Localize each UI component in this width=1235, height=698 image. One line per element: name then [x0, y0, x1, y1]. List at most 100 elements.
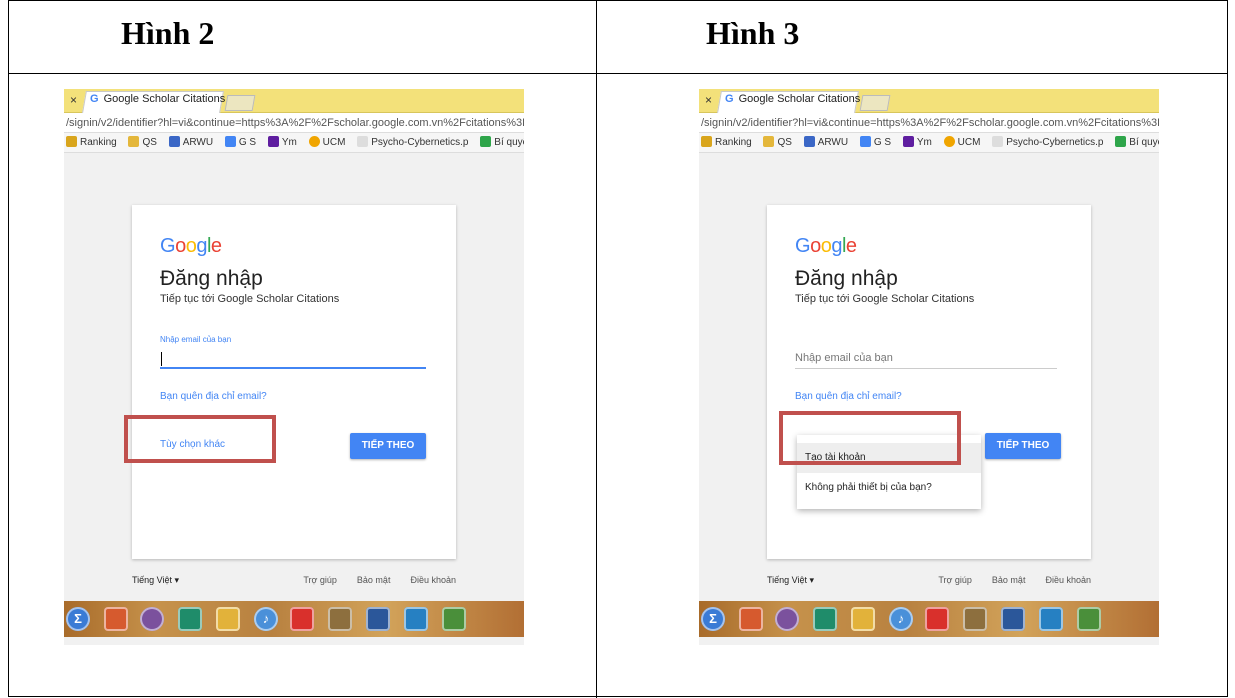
arwu-icon: [168, 136, 180, 147]
column-divider: [596, 1, 597, 698]
screenshot-hinh-2: × GGoogle Scholar Citations× /signin/v2/…: [64, 89, 524, 645]
word-icon[interactable]: [1001, 607, 1025, 631]
acrobat-icon[interactable]: [290, 607, 314, 631]
terms-link[interactable]: Điều khoản: [410, 575, 456, 585]
sigma-app-icon[interactable]: Σ: [66, 607, 90, 631]
google-logo: Google: [160, 235, 222, 257]
media-player-icon[interactable]: [1039, 607, 1063, 631]
google-favicon-icon: G: [725, 93, 734, 105]
bookmark-qs[interactable]: QS: [763, 133, 792, 152]
signin-footer: Tiếng Việt ▾ Trợ giúp Bảo mật Điều khoản: [767, 575, 1091, 589]
chrome-icon[interactable]: [1077, 607, 1101, 631]
bookmark-bi-quyet[interactable]: Bí quyết: [1115, 133, 1159, 152]
calculator-icon[interactable]: [851, 607, 875, 631]
bookmark-ym[interactable]: Ym: [267, 133, 297, 152]
bookmark-ucm[interactable]: UCM: [943, 133, 980, 152]
browser-tab-label[interactable]: GGoogle Scholar Citations×: [725, 93, 873, 105]
browser-tab-bar: × GGoogle Scholar Citations×: [64, 89, 524, 113]
address-bar[interactable]: /signin/v2/identifier?hl=vi&continue=htt…: [699, 113, 1159, 133]
bookmark-ym[interactable]: Ym: [902, 133, 932, 152]
bookmark-gs[interactable]: G S: [859, 133, 891, 152]
bookmark-gs[interactable]: G S: [224, 133, 256, 152]
new-tab-button[interactable]: [859, 95, 891, 111]
bookmark-ranking[interactable]: Ranking: [66, 133, 117, 152]
footer-links: Trợ giúp Bảo mật Điều khoản: [283, 575, 456, 585]
bookmark-arwu[interactable]: ARWU: [803, 133, 848, 152]
menu-item-not-your-device[interactable]: Không phải thiết bị của bạn?: [797, 473, 981, 503]
signin-title: Đăng nhập: [795, 267, 898, 290]
forgot-email-link[interactable]: Bạn quên địa chỉ email?: [160, 391, 267, 402]
itunes-icon[interactable]: ♪: [889, 607, 913, 631]
google-favicon-icon: G: [90, 93, 99, 105]
bookmark-arwu[interactable]: ARWU: [168, 133, 213, 152]
highlight-box: [779, 411, 961, 465]
scholar-icon: [859, 136, 871, 147]
browser-tab-label[interactable]: GGoogle Scholar Citations×: [90, 93, 238, 105]
help-link[interactable]: Trợ giúp: [303, 575, 337, 585]
app-shield-icon[interactable]: [813, 607, 837, 631]
forgot-email-link[interactable]: Bạn quên địa chỉ email?: [795, 391, 902, 402]
bookmark-qs[interactable]: QS: [128, 133, 157, 152]
address-bar[interactable]: /signin/v2/identifier?hl=vi&continue=htt…: [64, 113, 524, 133]
footer-links: Trợ giúp Bảo mật Điều khoản: [918, 575, 1091, 585]
itunes-icon[interactable]: ♪: [254, 607, 278, 631]
link-icon: [480, 136, 492, 147]
windows-taskbar: Σ ♪: [699, 601, 1159, 637]
next-button[interactable]: TIẾP THEO: [350, 433, 426, 459]
media-player-icon[interactable]: [404, 607, 428, 631]
word-icon[interactable]: [366, 607, 390, 631]
bookmark-ranking[interactable]: Ranking: [701, 133, 752, 152]
next-button[interactable]: TIẾP THEO: [985, 433, 1061, 459]
figure-title-hinh-2: Hình 2: [121, 15, 215, 51]
document-table: Hình 2 Hình 3 × G Google Scholar Citation…: [8, 0, 1228, 698]
folder-icon: [128, 136, 140, 147]
signin-footer: Tiếng Việt ▾ Trợ giúp Bảo mật Điều khoản: [132, 575, 456, 589]
browser-tab-bar: × GGoogle Scholar Citations×: [699, 89, 1159, 113]
bookmarks-bar: Ranking QS ARWU G S Ym UCM Psycho-Cybern…: [64, 133, 524, 153]
email-input[interactable]: Nhập email của bạn: [795, 351, 1057, 369]
office-app-icon[interactable]: [104, 607, 128, 631]
bookmark-ucm[interactable]: UCM: [308, 133, 345, 152]
help-link[interactable]: Trợ giúp: [938, 575, 972, 585]
folder-icon: [701, 136, 712, 147]
language-selector[interactable]: Tiếng Việt ▾: [767, 575, 814, 586]
email-input[interactable]: [160, 351, 426, 369]
app-shield-icon[interactable]: [178, 607, 202, 631]
folder-icon: [763, 136, 775, 147]
signin-title: Đăng nhập: [160, 267, 263, 290]
sigma-app-icon[interactable]: Σ: [701, 607, 725, 631]
language-selector[interactable]: Tiếng Việt ▾: [132, 575, 179, 586]
text-caret: [161, 352, 162, 366]
prev-tab-close-icon[interactable]: ×: [705, 93, 712, 107]
calculator-icon[interactable]: [216, 607, 240, 631]
bookmark-psycho[interactable]: Psycho-Cybernetics.p: [357, 133, 469, 152]
ucm-icon: [943, 136, 955, 147]
ucm-icon: [308, 136, 320, 147]
yahoo-icon: [902, 136, 914, 147]
bookmark-psycho[interactable]: Psycho-Cybernetics.p: [992, 133, 1104, 152]
bookmark-bi-quyet[interactable]: Bí quyết: [480, 133, 524, 152]
viber-icon[interactable]: [140, 607, 164, 631]
privacy-link[interactable]: Bảo mật: [992, 575, 1026, 585]
explorer-icon[interactable]: [328, 607, 352, 631]
signin-subtitle: Tiếp tục tới Google Scholar Citations: [160, 293, 340, 305]
viber-icon[interactable]: [775, 607, 799, 631]
bookmarks-bar: Ranking QS ARWU G S Ym UCM Psycho-Cybern…: [699, 133, 1159, 153]
new-tab-button[interactable]: [224, 95, 256, 111]
privacy-link[interactable]: Bảo mật: [357, 575, 391, 585]
email-floating-label: Nhập email của bạn: [160, 335, 232, 344]
email-placeholder: Nhập email của bạn: [795, 352, 893, 364]
prev-tab-close-icon[interactable]: ×: [70, 93, 77, 107]
page-icon: [992, 136, 1004, 147]
link-icon: [1115, 136, 1127, 147]
signin-card: Google Đăng nhập Tiếp tục tới Google Sch…: [132, 205, 456, 559]
chrome-icon[interactable]: [442, 607, 466, 631]
screenshot-hinh-3: × GGoogle Scholar Citations× /signin/v2/…: [699, 89, 1159, 645]
terms-link[interactable]: Điều khoản: [1045, 575, 1091, 585]
explorer-icon[interactable]: [963, 607, 987, 631]
highlight-box: [124, 415, 276, 463]
office-app-icon[interactable]: [739, 607, 763, 631]
row-divider: [9, 73, 1227, 74]
google-logo: Google: [795, 235, 857, 257]
acrobat-icon[interactable]: [925, 607, 949, 631]
